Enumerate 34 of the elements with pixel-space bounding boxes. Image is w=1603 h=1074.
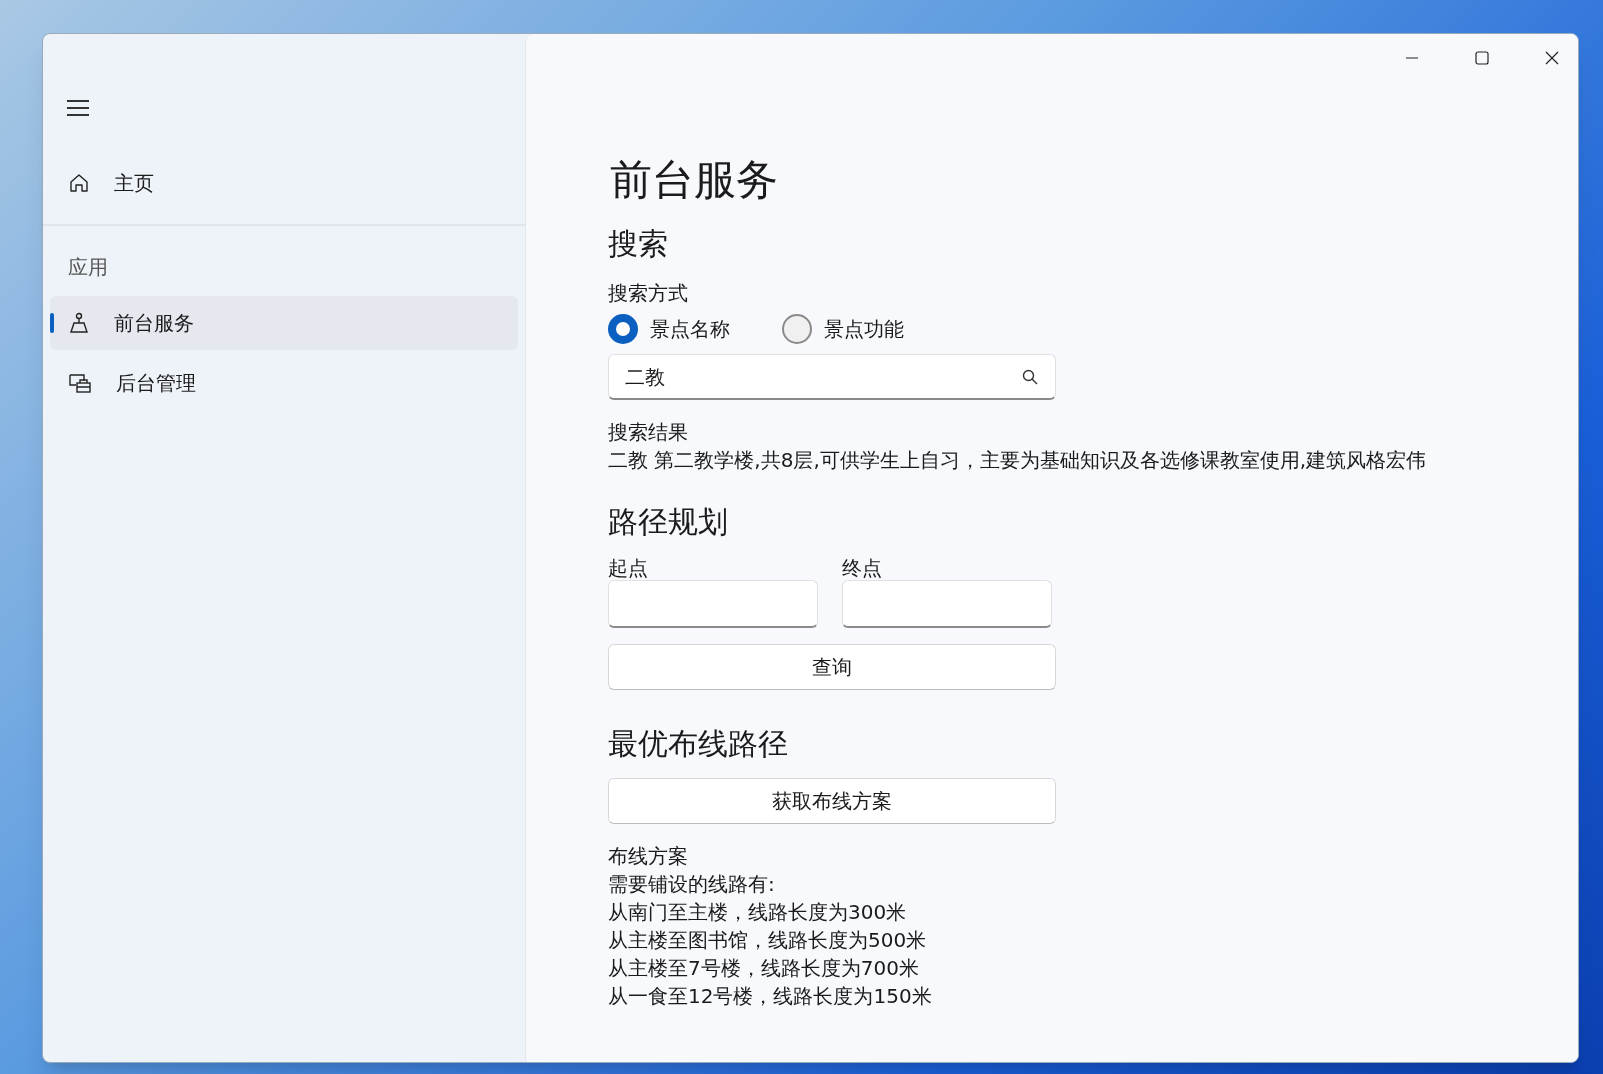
- minimize-icon: [1406, 57, 1418, 59]
- input-field[interactable]: [608, 580, 818, 628]
- field-label: 搜索结果: [608, 419, 688, 446]
- search-field[interactable]: 二教: [608, 354, 1056, 400]
- query-button[interactable]: 查询: [608, 644, 1056, 690]
- section-header: 应用: [68, 254, 108, 281]
- search-icon[interactable]: [1021, 367, 1039, 386]
- monitor-printer-icon: [68, 372, 92, 394]
- get-plan-button[interactable]: 获取布线方案: [608, 778, 1056, 824]
- plan-line: 需要铺设的线路有:: [608, 871, 775, 898]
- close-icon: [1544, 50, 1560, 66]
- plan-line: 从主楼至7号楼，线路长度为700米: [608, 955, 919, 982]
- field-label: 搜索方式: [608, 280, 688, 307]
- plan-line: 从主楼至图书馆，线路长度为500米: [608, 927, 927, 954]
- plan-line: 从一食至12号楼，线路长度为150米: [608, 983, 932, 1010]
- nav-item[interactable]: 主页: [50, 156, 518, 210]
- selection-indicator: [50, 313, 54, 333]
- field-label: 起点: [608, 556, 648, 580]
- nav-item[interactable]: 后台管理: [50, 356, 518, 410]
- field-label: 终点: [842, 556, 882, 580]
- field-label: 布线方案: [608, 843, 688, 870]
- section-heading: 搜索: [608, 225, 668, 263]
- nav-item[interactable]: 前台服务: [50, 296, 518, 350]
- person-pin-icon: [68, 312, 90, 334]
- input-field[interactable]: [842, 580, 1052, 628]
- plan-line: 从南门至主楼，线路长度为300米: [608, 899, 907, 926]
- maximize-icon: [1474, 50, 1490, 66]
- section-heading: 最优布线路径: [608, 725, 788, 763]
- radio-option[interactable]: 景点名称: [608, 314, 730, 344]
- page-title: 前台服务: [610, 154, 778, 206]
- radio-option[interactable]: 景点功能: [782, 314, 904, 344]
- section-heading: 路径规划: [608, 503, 728, 541]
- result-text: 二教 第二教学楼,共8层,可供学生上自习，主要为基础知识及各选修课教室使用,建筑风格宏伟: [608, 447, 1427, 474]
- home-icon: [68, 172, 90, 194]
